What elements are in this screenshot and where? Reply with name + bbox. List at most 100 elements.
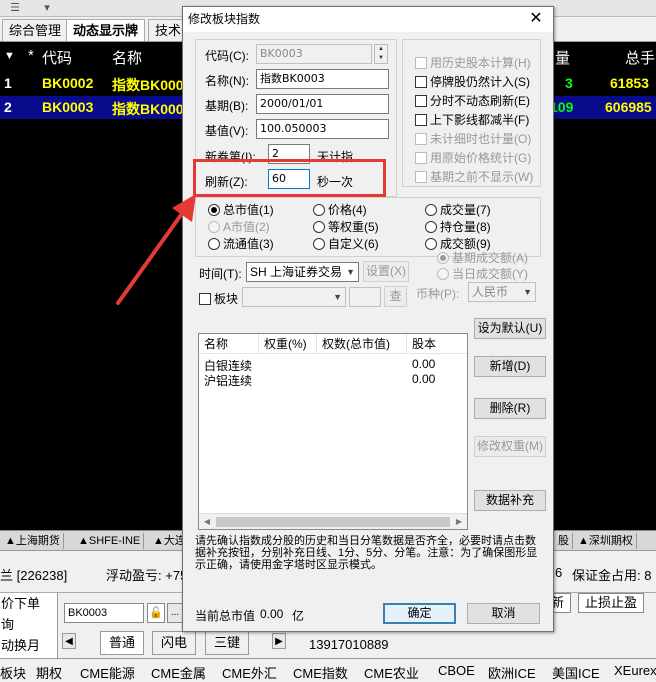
exchange-item[interactable]: 美国ICE [552,663,600,682]
chevron-right-icon[interactable]: ▶ [272,633,286,649]
col-factor-header[interactable]: 权数(总市值) [317,334,407,354]
option-checkbox[interactable]: 停牌股仍然计入(S) [415,73,530,90]
set-default-button[interactable]: 设为默认(U) [474,318,546,339]
table-row[interactable]: 沪铝连续 0.00 [199,372,467,388]
tab-normal[interactable]: 普通 [100,631,145,655]
base-value-input[interactable]: 100.050003 [256,119,389,139]
exchange-item[interactable]: XEurex [614,663,656,678]
col-name-header[interactable]: 名称 [199,334,259,354]
table-row[interactable]: 白银连续 0.00 [199,357,467,373]
list-item[interactable]: 动换月 [0,635,57,656]
list-item[interactable]: 询 [0,614,57,635]
market-tab-shenzhen-options[interactable]: ▲深圳期权 [575,533,637,549]
option-checkbox[interactable]: 分时不动态刷新(E) [415,92,530,109]
exchange-item[interactable]: CBOE [438,663,475,678]
radio-dot[interactable] [425,204,437,216]
query-button[interactable]: 查 [384,286,407,307]
exchange-item[interactable]: CME能源 [80,663,135,682]
radio-dot[interactable] [425,238,437,250]
row-index: 1 [4,75,12,91]
option-checkbox: 基期之前不显示(W) [415,168,533,185]
weight-b-label: 等权重(5) [328,220,379,234]
row-qty: 3 [565,75,573,91]
radio-dot[interactable] [313,238,325,250]
weight-c-radio[interactable]: 成交量(7) [425,201,491,218]
chevron-down-icon[interactable]: ▼ [375,54,387,63]
exchange-item[interactable]: 板块 [0,663,26,682]
checkbox-box[interactable] [415,114,427,126]
market-tab-shfe[interactable]: ▲上海期货 [2,533,64,549]
col-shares-header[interactable]: 股本 [407,334,467,354]
market-tab-fragment[interactable]: 股 [555,533,573,549]
exchange-item[interactable]: CME农业 [364,663,419,682]
row-index: 2 [4,99,12,115]
name-column-header[interactable]: 名称 [112,47,142,68]
exchange-item[interactable]: 期权 [36,663,62,682]
cell-name: 沪铝连续 [204,374,253,388]
chevron-left-icon[interactable]: ◀ [62,633,76,649]
weight-a-radio[interactable]: 流通值(3) [208,235,274,252]
time-settings-button[interactable]: 设置(X) [363,261,409,282]
constituent-list[interactable]: 名称 权重(%) 权数(总市值) 股本 白银连续 0.00 沪铝连续 0.00 … [198,333,468,530]
checkbox-box[interactable] [415,95,427,107]
unlock-icon[interactable]: 🔓 [147,603,165,623]
chevron-down-icon[interactable]: ▾ [36,1,58,15]
weight-a-radio[interactable]: 总市值(1) [208,201,274,218]
more-button[interactable]: ... [167,603,183,623]
contract-code-input[interactable]: BK0003 [64,603,144,623]
ok-button[interactable]: 确定 [383,603,456,624]
tab-comprehensive[interactable]: 综合管理 [2,19,69,41]
weight-c-label: 成交量(7) [440,203,491,217]
code-column-header[interactable]: 代码 [42,47,72,68]
chevron-up-icon[interactable]: ▲ [375,45,387,54]
weight-c-radio[interactable]: 持仓量(8) [425,218,491,235]
radio-dot[interactable] [425,221,437,233]
time-zone-select[interactable]: SH 上海证券交易 ▼ [246,262,359,282]
tab-three-key[interactable]: 三键 [205,631,250,655]
modify-block-index-dialog: 修改板块指数 ✕ 代码(C): BK0003 ▲ ▼ 名称(N): 指数BK000… [182,6,554,632]
sort-arrow-icon[interactable]: ▼ [4,50,15,62]
code-spinner[interactable]: ▲ ▼ [374,44,388,64]
cancel-button[interactable]: 取消 [467,603,540,624]
exchange-item[interactable]: CME指数 [293,663,348,682]
close-icon[interactable]: ✕ [527,10,545,28]
radio-dot [437,252,449,264]
row-name: 指数BK000 [112,101,184,117]
modify-weight-button[interactable]: 修改权重(M) [474,436,546,457]
col-weight-header[interactable]: 权重(%) [259,334,317,354]
checkbox-box [415,133,427,145]
currency-select: 人民币 ▼ [468,282,536,302]
scroll-right-icon[interactable]: ▶ [451,514,467,530]
menu-icon[interactable]: ☰ [4,1,26,15]
exchange-item[interactable]: CME金属 [151,663,206,682]
checkbox-box[interactable] [415,76,427,88]
phone-number: 13917010889 [309,637,389,652]
stop-loss-button[interactable]: 止损止盈 [578,593,645,613]
add-button[interactable]: 新增(D) [474,356,546,377]
tab-dynamic-board[interactable]: 动态显示牌 [66,19,146,41]
tab-flash[interactable]: 闪电 [152,631,197,655]
base-date-input[interactable]: 2000/01/01 [256,94,389,114]
weight-b-radio[interactable]: 自定义(6) [313,235,379,252]
highlight-box [193,159,386,197]
option-checkbox: 未计细时也计量(O) [415,130,531,147]
horizontal-scrollbar[interactable]: ◀ ▶ [199,513,467,529]
market-tab-shfe-ine[interactable]: ▲SHFE-INE [75,533,145,549]
delete-button[interactable]: 删除(R) [474,398,546,419]
scroll-thumb[interactable] [216,517,450,527]
scroll-left-icon[interactable]: ◀ [199,514,215,530]
weight-b-label: 自定义(6) [328,237,379,251]
data-supplement-button[interactable]: 数据补充 [474,490,546,511]
option-label: 上下影线都减半(F) [430,113,530,127]
list-item[interactable]: 价下单 [0,593,57,614]
total-column-header[interactable]: 总手 [625,47,655,68]
exchange-item[interactable]: CME外汇 [222,663,277,682]
weight-b-radio[interactable]: 价格(4) [313,201,367,218]
radio-dot[interactable] [313,221,325,233]
exchange-item[interactable]: 欧洲ICE [488,663,536,682]
radio-dot[interactable] [313,204,325,216]
weight-b-radio[interactable]: 等权重(5) [313,218,379,235]
option-checkbox[interactable]: 上下影线都减半(F) [415,111,529,128]
name-input[interactable]: 指数BK0003 [256,69,389,89]
qty-column-header[interactable]: 量 [555,47,570,68]
